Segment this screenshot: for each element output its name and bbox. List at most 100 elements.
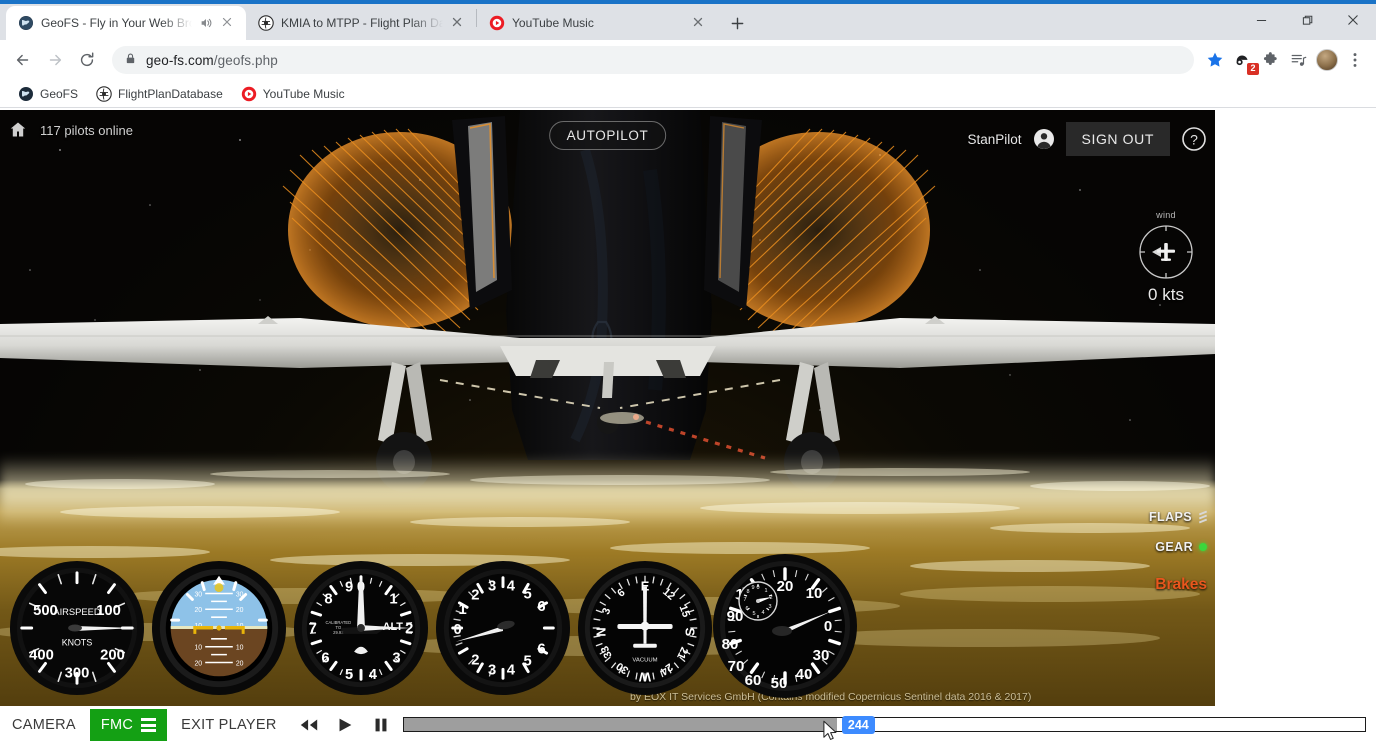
chrome-menu-icon[interactable] [1342,47,1368,73]
fmc-label: FMC [100,717,134,733]
forward-icon[interactable] [40,45,70,75]
bookmark-flightplandatabase[interactable]: FlightPlanDatabase [88,83,231,105]
tach-tick-80: 80 [722,636,739,653]
rewind-icon[interactable] [291,709,327,741]
airspeed-tick-300: 300 [65,665,90,681]
exit-player-button[interactable]: EXIT PLAYER [181,717,290,733]
vsi-tick-up-3: 3 [488,579,496,595]
tach-tick-10: 10 [806,585,823,602]
vsi-tick-up-6: 6 [537,599,545,615]
altimeter[interactable]: 0 1 2 3 4 5 6 7 8 9 ALT CALIBRATEDTO29.9… [292,559,430,702]
gear-down-light [1199,543,1207,551]
wind-direction-dial [1135,221,1197,283]
autopilot-button[interactable]: AUTOPILOT [548,121,667,150]
flaps-indicator[interactable]: FLAPS [1149,510,1208,524]
vsi-tick-up-2: 2 [471,587,479,603]
maximize-button[interactable] [1284,0,1330,40]
pilots-online-indicator[interactable]: 117 pilots online [8,120,133,140]
instrument-panel: 500 100 200 300 400 AIRSPEED KNOTS 30 30… [0,554,870,706]
new-tab-button[interactable] [723,9,751,37]
close-window-button[interactable] [1330,0,1376,40]
vsi-tick-up-1: 1 [458,602,466,618]
heading-vacuum-label: VACUUM [632,658,657,664]
alt-tick-4: 4 [369,667,378,683]
gear-label: GEAR [1155,540,1193,554]
vsi-tick-dn-3: 3 [488,662,496,678]
tach-tick-50: 50 [771,675,788,692]
playback-slider[interactable]: 244 [402,716,1366,740]
browser-tab-flightplan[interactable]: KMIA to MTPP - Flight Plan Datab [246,6,476,40]
browser-tab-geofs[interactable]: GeoFS - Fly in Your Web Brow [6,6,246,40]
tach-tick-40: 40 [796,666,813,683]
tab-audio-icon[interactable] [199,16,213,30]
svg-text:5: 5 [752,611,755,617]
vertical-speed-indicator[interactable]: 0 1 2 3 4 5 6 2 3 4 5 6 [434,559,572,702]
list-lines-icon [141,718,157,732]
home-icon[interactable] [8,120,28,140]
help-question-icon[interactable]: ? [1181,126,1207,152]
profile-avatar[interactable] [1314,47,1340,73]
alt-tick-5: 5 [345,667,353,683]
slider-fill [403,718,838,731]
tab-close-button[interactable] [691,15,707,31]
minimize-button[interactable] [1238,0,1284,40]
hour-meter-subdial: 0 12 345 678 9 [738,581,778,621]
flightplandatabase-icon [96,85,112,102]
camera-button[interactable]: CAMERA [12,717,90,733]
gear-indicator[interactable]: GEAR [1149,540,1207,554]
vsi-tick-dn-4: 4 [507,662,516,678]
airspeed-title: AIRSPEED [53,607,101,617]
username-label: StanPilot [967,131,1022,147]
flaps-position-marks [1198,510,1208,524]
flightplandatabase-icon [258,15,274,31]
flaps-label: FLAPS [1149,510,1192,524]
player-control-bar: CAMERA FMC EXIT PLAYER 244 [0,706,1376,744]
sign-out-button[interactable]: SIGN OUT [1065,122,1170,156]
aircraft-status-block: FLAPS GEAR Brakes [1149,510,1208,594]
svg-text:0: 0 [756,585,759,591]
extension-icon[interactable]: 2 [1230,47,1259,75]
browser-tab-title: GeoFS - Fly in Your Web Brow [41,16,192,30]
tach-tick-60: 60 [745,672,762,689]
back-icon[interactable] [8,45,38,75]
airspeed-tick-200: 200 [100,648,125,664]
geofs-3d-viewport[interactable]: 117 pilots online AUTOPILOT StanPilot SI… [0,110,1215,706]
media-control-icon[interactable] [1286,47,1312,73]
vsi-tick-dn-2: 2 [471,652,479,668]
svg-text:?: ? [1190,131,1198,147]
tab-close-button[interactable] [450,15,466,31]
window-controls [1238,0,1376,40]
fmc-button[interactable]: FMC [89,709,168,741]
bookmark-youtube-music[interactable]: YouTube Music [233,83,353,105]
youtube-music-icon [241,86,257,102]
alt-tick-8: 8 [324,591,332,607]
svg-text:3: 3 [768,604,771,610]
svg-text:8: 8 [746,589,749,595]
alt-tick-1: 1 [389,591,397,607]
svg-text:2: 2 [769,595,772,601]
attitude-indicator[interactable]: 3030 2020 1010 1010 2020 3030 [150,559,288,702]
tab-close-button[interactable] [220,15,236,31]
bookmark-label: GeoFS [40,86,79,101]
brakes-indicator[interactable]: Brakes [1149,576,1207,594]
bookmark-geofs[interactable]: GeoFS [10,83,86,105]
wind-speed-value: 0 kts [1148,285,1184,304]
svg-text:20: 20 [236,607,244,614]
tachometer[interactable]: 20 10 0 30 40 50 60 70 80 90 100 [710,551,860,706]
svg-text:7: 7 [743,597,746,603]
reload-icon[interactable] [72,45,102,75]
bookmark-label: FlightPlanDatabase [118,86,223,101]
browser-tab-youtube-music[interactable]: YouTube Music [477,6,717,40]
heading-indicator[interactable]: E W N S 12 15 21 24 30 33 3 6 VACUUM [576,559,714,702]
bookmark-star-icon[interactable] [1202,47,1228,73]
play-icon[interactable] [327,709,363,741]
airspeed-indicator[interactable]: 500 100 200 300 400 AIRSPEED KNOTS [8,559,146,702]
user-account-icon[interactable] [1033,128,1055,150]
browser-toolbar: geo-fs.com/geofs.php 2 [0,40,1376,80]
vsi-tick-0: 0 [454,622,462,638]
extensions-puzzle-icon[interactable] [1258,47,1284,73]
vsi-tick-up-4: 4 [507,579,516,595]
geofs-globe-icon [18,15,34,31]
address-bar[interactable]: geo-fs.com/geofs.php [112,46,1194,74]
pause-icon[interactable] [363,709,399,741]
